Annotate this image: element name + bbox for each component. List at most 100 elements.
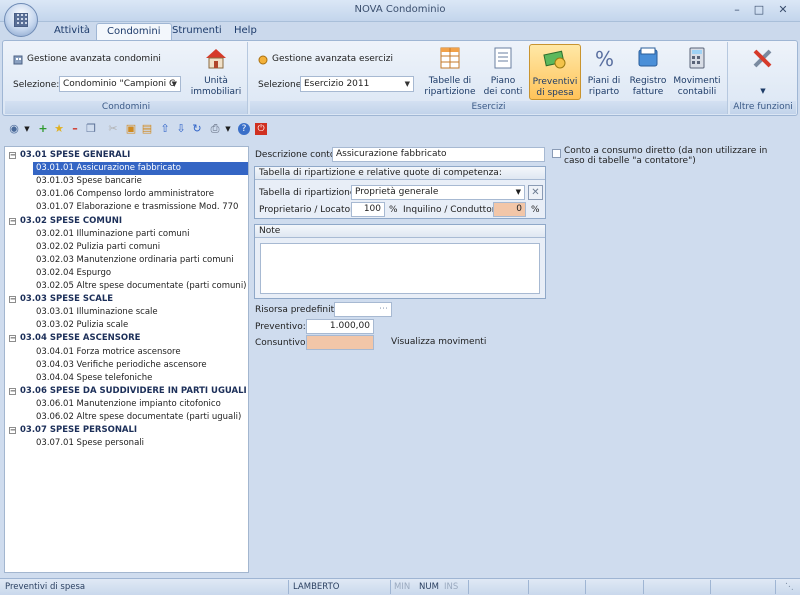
exit-icon[interactable]: ⏻ [255, 123, 267, 135]
ellipsis-icon[interactable]: ⋯ [379, 303, 388, 316]
tab-attivita[interactable]: Attività [44, 23, 100, 40]
tree-item-label: 03.04.04 Spese telefoniche [36, 372, 153, 383]
tree-group[interactable]: −03.06 SPESE DA SUDDIVIDERE IN PARTI UGU… [9, 385, 247, 398]
chevron-down-icon: ▼ [760, 87, 766, 95]
add-icon[interactable]: + [37, 123, 49, 135]
tree-group[interactable]: −03.02 SPESE COMUNI [9, 215, 247, 228]
tab-strumenti[interactable]: Strumenti [162, 23, 232, 40]
collapse-toggle-icon[interactable]: − [9, 335, 16, 343]
tabella-select[interactable]: Proprietà generale ▼ [351, 185, 525, 200]
status-bar: Preventivi di spesa LAMBERTO MIN NUM INS… [0, 578, 800, 595]
svg-text:%: % [595, 47, 614, 70]
house-icon [206, 49, 226, 69]
tree-item[interactable]: 03.02.04 Espurgo [33, 267, 248, 280]
refresh-icon[interactable]: ↻ [191, 123, 203, 135]
tree-item[interactable]: 03.02.03 Manutenzione ordinaria parti co… [33, 254, 248, 267]
chevron-down-icon: ▼ [171, 80, 177, 88]
tree-group[interactable]: −03.03 SPESE SCALE [9, 293, 247, 306]
esercizio-select[interactable]: Esercizio 2011 ▼ [300, 76, 414, 92]
tree-item-label: 03.02.01 Illuminazione parti comuni [36, 228, 190, 239]
view-options-icon[interactable]: ◉ [8, 123, 20, 135]
tab-condomini[interactable]: Condomini [96, 23, 172, 40]
status-min: MIN [394, 582, 411, 592]
preventivi-spesa-button[interactable]: Preventivi di spesa [529, 44, 581, 100]
tree-item-label: 03.07 SPESE PERSONALI [20, 425, 138, 436]
note-title: Note [255, 225, 545, 238]
paste-special-icon[interactable]: ▤ [141, 123, 153, 135]
consumo-diretto-checkbox[interactable] [552, 149, 561, 158]
tree-item[interactable]: 03.03.01 Illuminazione scale [33, 306, 248, 319]
print-icon[interactable]: ⎙ [209, 123, 221, 135]
tree-item[interactable]: 03.06.02 Altre spese documentate (parti … [33, 411, 248, 424]
condomini-header: Gestione avanzata condomini [27, 54, 161, 64]
tree-item-label: 03.01 SPESE GENERALI [20, 150, 131, 160]
building-icon [13, 55, 23, 65]
risorsa-input[interactable]: ⋯ [334, 302, 392, 317]
ribbon-tabs: Attività Condomini Strumenti Help [0, 22, 800, 40]
note-textarea[interactable] [260, 243, 540, 294]
tree-item[interactable]: 03.04.01 Forza motrice ascensore [33, 346, 248, 359]
tree-item-label: 03.07.01 Spese personali [36, 438, 145, 449]
movimenti-contabili-button[interactable]: Movimenti contabili [672, 44, 722, 100]
tree-item[interactable]: 03.03.02 Pulizia scale [33, 319, 248, 332]
star-icon[interactable]: ★ [53, 123, 65, 135]
registro-fatture-button[interactable]: Registro fatture [626, 44, 670, 100]
tree-item[interactable]: 03.01.01 Assicurazione fabbricato [33, 162, 248, 176]
tree-item-label: 03.01.01 Assicurazione fabbricato [36, 163, 181, 174]
collapse-toggle-icon[interactable]: − [9, 152, 16, 159]
descrizione-input[interactable]: Assicurazione fabbricato [332, 147, 545, 162]
collapse-toggle-icon[interactable]: − [9, 217, 16, 225]
building-icon [14, 13, 28, 27]
consuntivo-input[interactable] [306, 335, 374, 350]
app-menu-button[interactable] [4, 3, 38, 37]
descrizione-label: Descrizione conto: [255, 150, 339, 160]
tree-item[interactable]: 03.04.03 Verifiche periodiche ascensore [33, 359, 248, 372]
tree-item[interactable]: 03.01.03 Spese bancarie [33, 175, 248, 188]
move-up-icon[interactable]: ⇧ [159, 123, 171, 135]
collapse-toggle-icon[interactable]: − [9, 387, 16, 395]
tree-item[interactable]: 03.01.07 Elaborazione e trasmissione Mod… [33, 201, 248, 214]
tree-item-label: 03.03.02 Pulizia scale [36, 320, 129, 331]
esercizi-header: Gestione avanzata esercizi [272, 54, 393, 64]
preventivo-input[interactable]: 1.000,00 [306, 319, 374, 334]
unita-immobiliari-button[interactable]: Unità immobiliari [189, 44, 243, 100]
tree-item[interactable]: 03.02.02 Pulizia parti comuni [33, 241, 248, 254]
condominio-select[interactable]: Condominio "Campioni C ▼ [59, 76, 181, 92]
altre-funzioni-button[interactable]: ▼ [738, 44, 788, 100]
tree-group[interactable]: −03.04 SPESE ASCENSORE [9, 332, 247, 345]
group-altre-funzioni: ▼ Altre funzioni [730, 42, 796, 114]
maximize-button[interactable]: □ [748, 2, 770, 18]
inquilino-input[interactable]: 0 [493, 202, 526, 217]
collapse-toggle-icon[interactable]: − [9, 427, 16, 435]
piani-riparto-button[interactable]: % Piani di riparto [584, 44, 624, 100]
tree-group[interactable]: −03.07 SPESE PERSONALI [9, 424, 247, 437]
help-icon[interactable]: ? [238, 123, 250, 135]
group-label-altre: Altre funzioni [730, 101, 796, 114]
tree-item[interactable]: 03.02.01 Illuminazione parti comuni [33, 228, 248, 241]
visualizza-movimenti-link[interactable]: Visualizza movimenti [391, 337, 486, 347]
copy-icon[interactable]: ❐ [85, 123, 97, 135]
collapse-toggle-icon[interactable]: − [9, 296, 16, 304]
tree-item[interactable]: 03.02.05 Altre spese documentate (parti … [33, 280, 248, 293]
tree-item[interactable]: 03.01.06 Compenso lordo amministratore [33, 188, 248, 201]
tree-item[interactable]: 03.07.01 Spese personali [33, 437, 248, 450]
piano-conti-button[interactable]: Piano dei conti [480, 44, 526, 100]
tree-item[interactable]: 03.04.04 Spese telefoniche [33, 372, 248, 385]
tree-item[interactable]: 03.06.01 Manutenzione impianto citofonic… [33, 398, 248, 411]
close-button[interactable]: ✕ [772, 2, 794, 18]
remove-icon[interactable]: – [69, 123, 81, 135]
clear-table-button[interactable]: ✕ [528, 185, 543, 200]
chevron-down-icon[interactable]: ▼ [222, 123, 234, 135]
quick-toolbar: ◉ ▼ + ★ – ❐ ✂ ▣ ▤ ⇧ ⇩ ↻ ⎙ ▼ ? ⏻ [4, 120, 794, 140]
proprietario-input[interactable]: 100 [351, 202, 385, 217]
tree-group[interactable]: −03.01 SPESE GENERALI [9, 149, 247, 162]
list-icon [494, 47, 512, 69]
paste-icon[interactable]: ▣ [125, 123, 137, 135]
resize-grip-icon[interactable]: ⋱ [785, 581, 794, 593]
percent-icon: % [595, 47, 614, 71]
tabelle-ripartizione-button[interactable]: Tabelle di ripartizione [424, 44, 476, 100]
minimize-button[interactable]: – [726, 2, 748, 18]
tab-help[interactable]: Help [224, 23, 267, 40]
chevron-down-icon[interactable]: ▼ [21, 123, 33, 135]
move-down-icon[interactable]: ⇩ [175, 123, 187, 135]
